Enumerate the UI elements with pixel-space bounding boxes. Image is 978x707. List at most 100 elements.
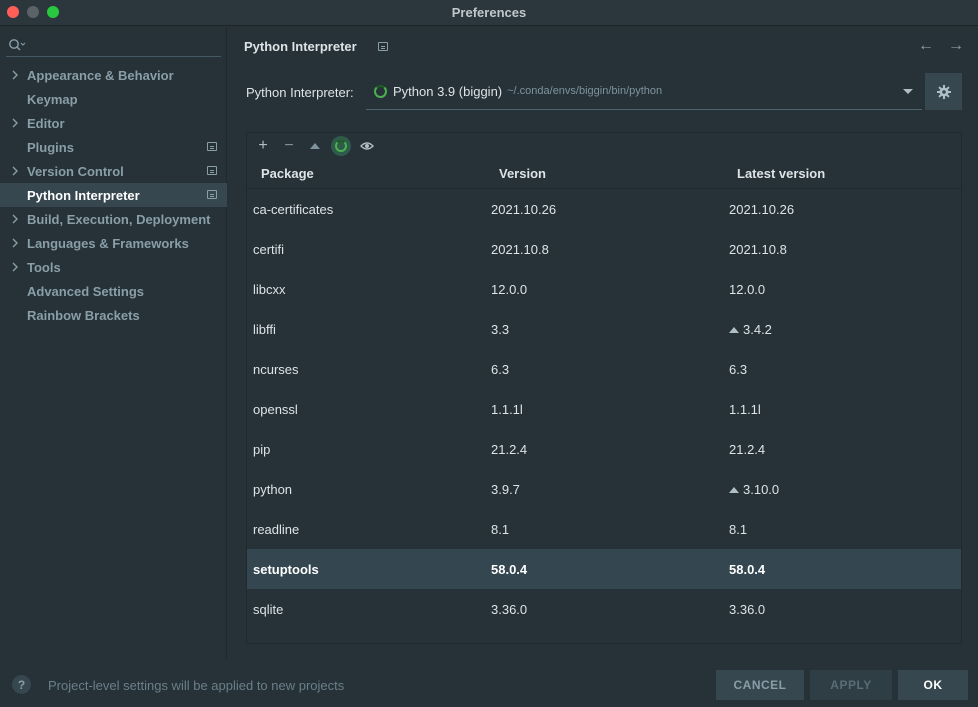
package-latest-cell: 6.3	[729, 362, 747, 377]
package-version-cell: 3.3	[491, 322, 510, 337]
table-row[interactable]: libffi 3.3 3.4.2	[247, 309, 961, 349]
close-window-button[interactable]	[7, 6, 19, 18]
package-latest-cell: 12.0.0	[729, 282, 765, 297]
sidebar-item[interactable]: Appearance & Behavior	[0, 63, 227, 87]
sidebar-item-label: Rainbow Brackets	[27, 307, 140, 323]
sidebar-item[interactable]: Advanced Settings	[0, 279, 227, 303]
remove-package-icon[interactable]: −	[279, 136, 299, 156]
project-settings-icon	[207, 166, 217, 175]
settings-sidebar: Appearance & Behavior Keymap Editor Plugins…	[0, 27, 227, 659]
package-name-cell: setuptools	[253, 562, 319, 577]
package-version-cell: 2021.10.26	[491, 202, 557, 217]
sidebar-item[interactable]: Tools	[0, 255, 227, 279]
column-header-package[interactable]: Package	[261, 166, 314, 181]
package-latest-cell: 3.36.0	[729, 602, 765, 617]
column-header-version[interactable]: Version	[499, 166, 546, 181]
minimize-window-button[interactable]	[27, 6, 39, 18]
table-row[interactable]: openssl 1.1.1l 1.1.1l	[247, 389, 961, 429]
sidebar-item[interactable]: Editor	[0, 111, 227, 135]
arrow-right-icon[interactable]: →	[948, 37, 964, 55]
sidebar-item[interactable]: Rainbow Brackets	[0, 303, 227, 327]
zoom-window-button[interactable]	[47, 6, 59, 18]
package-name-cell: openssl	[253, 402, 298, 417]
package-version-cell: 3.9.7	[491, 482, 520, 497]
table-row[interactable]: libcxx 12.0.0 12.0.0	[247, 269, 961, 309]
table-row[interactable]: pip 21.2.4 21.2.4	[247, 429, 961, 469]
upgrade-package-icon[interactable]	[305, 136, 325, 156]
table-row[interactable]: readline 8.1 8.1	[247, 509, 961, 549]
interpreter-label: Python Interpreter:	[246, 85, 354, 100]
sidebar-item[interactable]: Build, Execution, Deployment	[0, 207, 227, 231]
package-name-cell: certifi	[253, 242, 285, 257]
ok-button[interactable]: OK	[898, 670, 968, 700]
python-env-icon	[374, 84, 387, 98]
package-name-cell: sqlite	[253, 602, 284, 617]
package-latest-cell: 1.1.1l	[729, 402, 761, 417]
package-version-cell: 8.1	[491, 522, 510, 537]
package-latest-cell: 21.2.4	[729, 442, 765, 457]
table-row[interactable]: ca-certificates 2021.10.26 2021.10.26	[247, 189, 961, 229]
latest-version-text: 2021.10.8	[729, 242, 787, 257]
sidebar-item-label: Python Interpreter	[27, 187, 140, 203]
window-title: Preferences	[451, 5, 527, 20]
table-row[interactable]: setuptools 58.0.4 58.0.4	[247, 549, 961, 589]
project-settings-icon	[207, 142, 217, 151]
sidebar-item[interactable]: Keymap	[0, 87, 227, 111]
help-button[interactable]: ?	[12, 675, 31, 694]
table-header: Package Version Latest version	[247, 159, 961, 189]
sidebar-item[interactable]: Version Control	[0, 159, 227, 183]
use-conda-icon[interactable]	[331, 136, 351, 156]
chevron-right-icon[interactable]	[10, 213, 20, 225]
packages-toolbar: + −	[247, 133, 961, 159]
chevron-right-icon[interactable]	[10, 237, 20, 249]
package-name-cell: libffi	[253, 322, 276, 337]
latest-version-text: 6.3	[729, 362, 748, 377]
package-latest-cell: 3.10.0	[729, 482, 779, 497]
packages-table: ca-certificates 2021.10.26 2021.10.26 certi…	[247, 189, 961, 629]
package-name-cell: readline	[253, 522, 300, 537]
interpreter-settings-button[interactable]	[925, 73, 962, 110]
dialog-footer: ? Project-level settings will be applied…	[0, 659, 978, 707]
chevron-right-icon[interactable]	[10, 69, 20, 81]
sidebar-item[interactable]: Python Interpreter	[0, 183, 227, 207]
eye-icon[interactable]	[357, 136, 377, 156]
chevron-down-icon	[903, 89, 913, 94]
table-row[interactable]: ncurses 6.3 6.3	[247, 349, 961, 389]
chevron-right-icon[interactable]	[10, 261, 20, 273]
package-name-cell: ncurses	[253, 362, 299, 377]
package-name-cell: python	[253, 482, 293, 497]
sidebar-item[interactable]: Plugins	[0, 135, 227, 159]
sidebar-item-label: Version Control	[27, 163, 124, 179]
package-version-cell: 6.3	[491, 362, 510, 377]
latest-version-text: 3.10.0	[743, 482, 780, 497]
package-latest-cell: 2021.10.26	[729, 202, 794, 217]
interpreter-name: Python 3.9 (biggin)	[393, 83, 503, 99]
column-header-latest-version[interactable]: Latest version	[737, 166, 825, 181]
upgrade-available-icon	[729, 487, 739, 493]
footer-hint: Project-level settings will be applied t…	[48, 678, 345, 693]
chevron-right-icon[interactable]	[10, 117, 20, 129]
add-package-icon[interactable]: +	[253, 136, 273, 156]
sidebar-item-label: Editor	[27, 115, 65, 131]
packages-panel: + − Package Version Latest version ca-ce…	[246, 132, 962, 644]
history-nav: ← →	[918, 37, 964, 55]
arrow-left-icon[interactable]: ←	[918, 37, 934, 55]
chevron-right-icon[interactable]	[10, 165, 20, 177]
table-row[interactable]: python 3.9.7 3.10.0	[247, 469, 961, 509]
window-controls	[7, 6, 59, 18]
settings-search-input[interactable]	[6, 35, 221, 57]
gear-icon	[936, 84, 951, 99]
cancel-button[interactable]: CANCEL	[716, 670, 804, 700]
page-title: Python Interpreter	[244, 39, 357, 54]
latest-version-text: 3.4.2	[743, 322, 772, 337]
sidebar-item[interactable]: Languages & Frameworks	[0, 231, 227, 255]
latest-version-text: 8.1	[729, 522, 748, 537]
table-row[interactable]: certifi 2021.10.8 2021.10.8	[247, 229, 961, 269]
interpreter-select[interactable]: Python 3.9 (biggin) ~/.conda/envs/biggin…	[366, 73, 922, 110]
package-name-cell: ca-certificates	[253, 202, 334, 217]
package-version-cell: 58.0.4	[491, 562, 528, 577]
project-settings-icon	[378, 42, 388, 51]
package-name-cell: pip	[253, 442, 271, 457]
table-row[interactable]: sqlite 3.36.0 3.36.0	[247, 589, 961, 629]
apply-button[interactable]: APPLY	[810, 670, 892, 700]
